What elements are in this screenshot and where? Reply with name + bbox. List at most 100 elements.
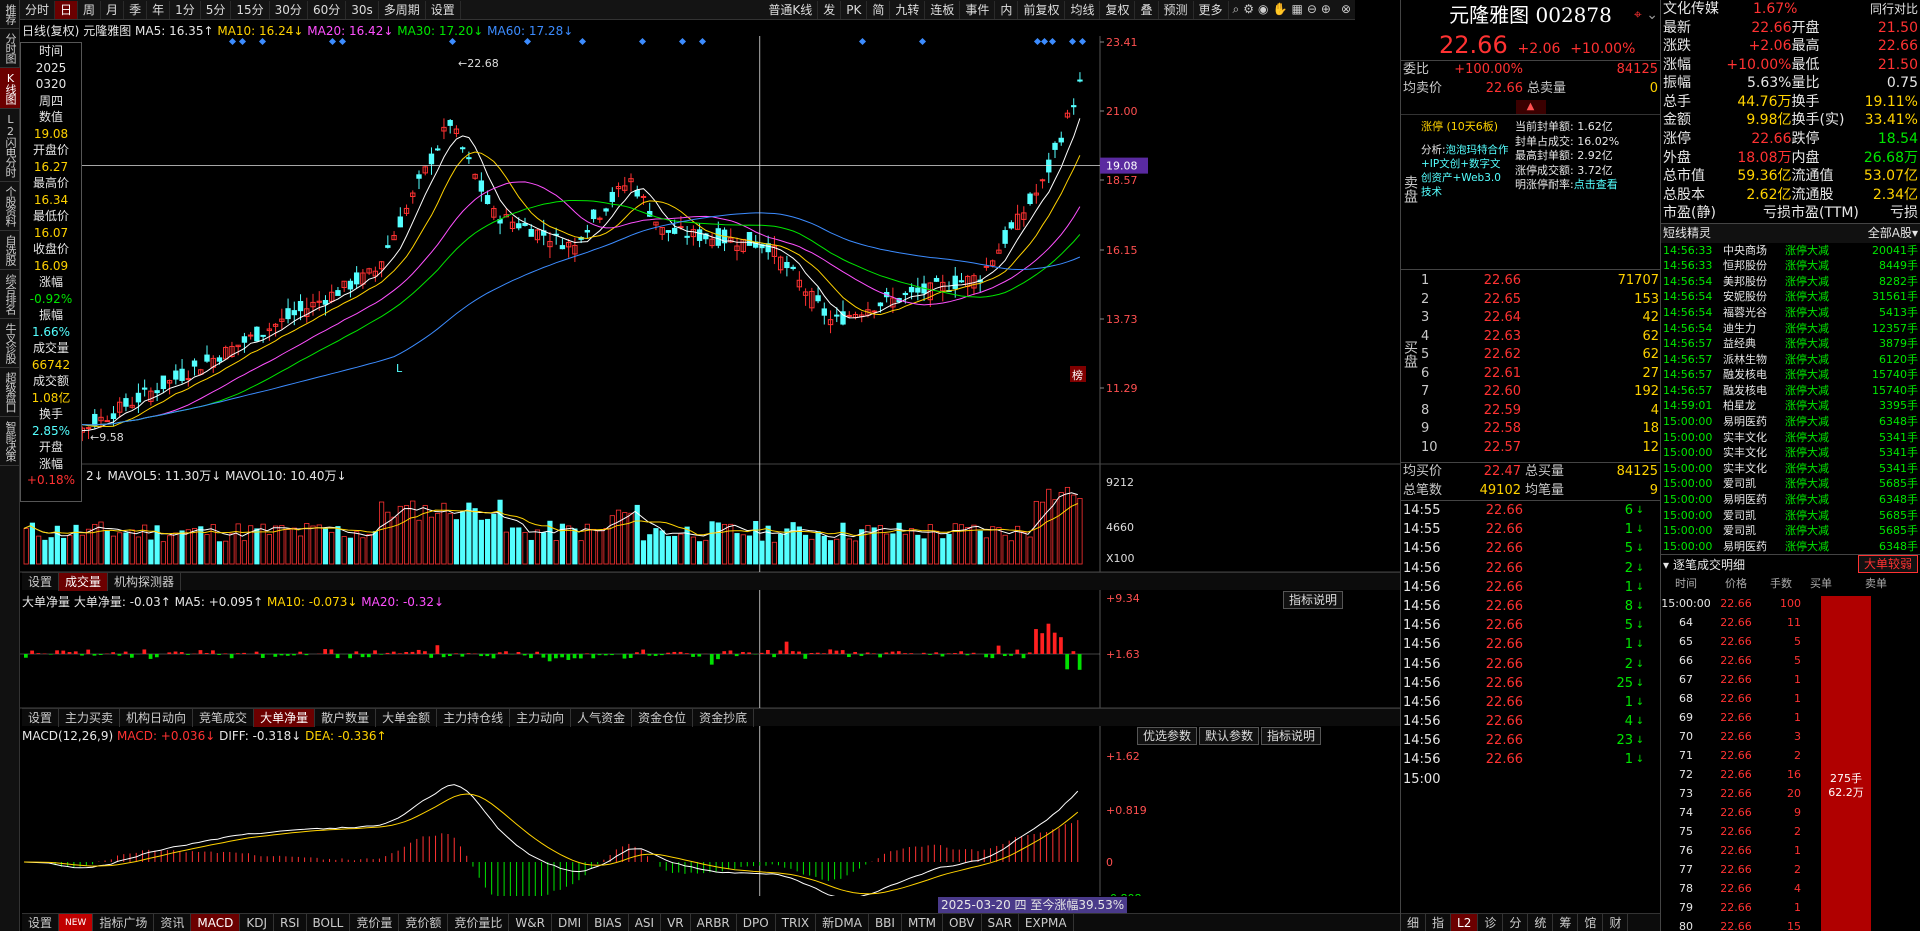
left-tab-7[interactable]: 牛叉诊股 xyxy=(0,319,20,368)
period-tab-11[interactable]: 30s xyxy=(346,0,379,19)
tool-tab-11[interactable]: 叠 xyxy=(1135,0,1159,19)
bignet-tab-0[interactable]: 设置 xyxy=(22,708,60,727)
short-item[interactable]: 15:00:00 实丰文化 涨停大减 5341手 xyxy=(1661,445,1920,461)
quote-tab-3[interactable]: 诊 xyxy=(1478,913,1504,931)
short-item[interactable]: 15:00:00 爱司凯 涨停大减 5685手 xyxy=(1661,476,1920,492)
bid-row[interactable]: 3 22.64 42 xyxy=(1421,309,1659,328)
zoom-in-icon[interactable]: ⊕ xyxy=(1321,2,1331,17)
volume-tab-1[interactable]: 成交量 xyxy=(59,572,109,591)
period-tab-2[interactable]: 周 xyxy=(78,0,102,19)
short-item[interactable]: 14:56:57 融发核电 涨停大减 15740手 xyxy=(1661,383,1920,399)
bignet-tab-1[interactable]: 主力买卖 xyxy=(59,708,121,727)
indicator-tab-17[interactable]: DPO xyxy=(737,913,776,931)
short-item[interactable]: 15:00:00 易明医药 涨停大减 6348手 xyxy=(1661,539,1920,555)
short-item[interactable]: 14:56:57 派林生物 涨停大减 6120手 xyxy=(1661,352,1920,368)
bignet-tab-5[interactable]: 散户数量 xyxy=(315,708,377,727)
tick-list[interactable]: 14:55 22.66 6 ↓ 14:55 22.66 1 ↓ 14:56 22.66 5 ↓ 14:5… xyxy=(1401,501,1660,789)
indicator-tab-6[interactable]: RSI xyxy=(274,913,307,931)
short-item[interactable]: 15:00:00 易明医药 涨停大减 6348手 xyxy=(1661,492,1920,508)
indicator-tab-16[interactable]: ARBR xyxy=(691,913,737,931)
bignet-tab-8[interactable]: 主力动向 xyxy=(510,708,572,727)
indicator-tab-22[interactable]: OBV xyxy=(943,913,982,931)
short-item[interactable]: 14:56:54 美邦股份 涨停大减 8282手 xyxy=(1661,274,1920,290)
period-tab-9[interactable]: 30分 xyxy=(270,0,308,19)
bignet-tab-2[interactable]: 机构日动向 xyxy=(120,708,194,727)
expand-arrow[interactable]: ▲ xyxy=(1401,98,1660,114)
macd-button-2[interactable]: 指标说明 xyxy=(1261,727,1322,745)
bid-row[interactable]: 7 22.60 192 xyxy=(1421,383,1659,402)
indicator-tab-21[interactable]: MTM xyxy=(902,913,943,931)
tool-tab-3[interactable]: 简 xyxy=(867,0,891,19)
tool-tab-5[interactable]: 连板 xyxy=(925,0,961,19)
gear-icon[interactable]: ⚙ xyxy=(1243,2,1254,17)
left-tab-3[interactable]: L2闪电分时 xyxy=(0,109,20,182)
quote-tab-7[interactable]: 馆 xyxy=(1578,913,1604,931)
period-tab-3[interactable]: 月 xyxy=(101,0,125,19)
period-tab-5[interactable]: 年 xyxy=(147,0,171,19)
tool-tab-10[interactable]: 复权 xyxy=(1100,0,1136,19)
tool-tab-12[interactable]: 预测 xyxy=(1159,0,1194,19)
main-chart-area[interactable]: 23.41 21.00 18.57 16.15 13.73 11.29 19.08 ←22.6… xyxy=(20,36,1400,896)
search-icon[interactable]: ⌕ xyxy=(1233,2,1240,17)
grid-icon[interactable]: ▦ xyxy=(1291,2,1302,17)
short-item[interactable]: 14:56:33 中央商场 涨停大减 20041手 xyxy=(1661,243,1920,259)
hand-icon[interactable]: ✋ xyxy=(1273,2,1288,17)
short-item[interactable]: 14:56:33 恒邦股份 涨停大减 8449手 xyxy=(1661,258,1920,274)
period-tab-12[interactable]: 多周期 xyxy=(379,0,426,19)
big-order-weak-button[interactable]: 大单较弱 xyxy=(1857,555,1918,574)
left-tab-6[interactable]: 综合排名 xyxy=(0,270,20,319)
bid-row[interactable]: 9 22.58 18 xyxy=(1421,420,1659,439)
period-tab-1[interactable]: 日 xyxy=(55,0,79,19)
tool-tab-1[interactable]: 发 xyxy=(818,0,842,19)
period-tab-13[interactable]: 设置 xyxy=(426,0,461,19)
quote-tab-2[interactable]: L2 xyxy=(1451,913,1479,931)
pin-icon[interactable]: ⌖ xyxy=(1634,7,1642,23)
indicator-tab-14[interactable]: ASI xyxy=(629,913,662,931)
bignet-explain-button[interactable]: 指标说明 xyxy=(1283,591,1344,609)
indicator-tab-12[interactable]: DMI xyxy=(552,913,589,931)
bignet-tab-6[interactable]: 大单金额 xyxy=(376,708,438,727)
short-item[interactable]: 15:00:00 实丰文化 涨停大减 5341手 xyxy=(1661,430,1920,446)
macd-button-0[interactable]: 优选参数 xyxy=(1137,727,1198,745)
chevron-down-icon[interactable]: ⌄ xyxy=(1646,7,1658,23)
left-tab-4[interactable]: 个股资料 xyxy=(0,182,20,231)
bid-row[interactable]: 8 22.59 4 xyxy=(1421,402,1659,421)
macd-button-1[interactable]: 默认参数 xyxy=(1199,727,1260,745)
bid-row[interactable]: 6 22.61 27 xyxy=(1421,365,1659,384)
short-list[interactable]: 14:56:33 中央商场 涨停大减 20041手 14:56:33 恒邦股份 涨停大减 84… xyxy=(1661,243,1920,555)
quote-tab-5[interactable]: 统 xyxy=(1528,913,1554,931)
left-tab-2[interactable]: K线图 xyxy=(0,68,20,109)
indicator-tab-1[interactable]: NEW xyxy=(59,913,94,931)
short-filter[interactable]: 全部A股 xyxy=(1868,224,1912,243)
tool-tab-9[interactable]: 均线 xyxy=(1065,0,1101,19)
indicator-tab-11[interactable]: W&R xyxy=(509,913,552,931)
short-item[interactable]: 14:56:57 融发核电 涨停大减 15740手 xyxy=(1661,367,1920,383)
close-icon[interactable]: ⊗ xyxy=(1341,2,1351,17)
short-item[interactable]: 15:00:00 爱司凯 涨停大减 5685手 xyxy=(1661,523,1920,539)
indicator-tab-0[interactable]: 设置 xyxy=(22,913,60,931)
quote-tab-0[interactable]: 细 xyxy=(1401,913,1427,931)
short-item[interactable]: 15:00:00 爱司凯 涨停大减 5685手 xyxy=(1661,508,1920,524)
short-item[interactable]: 15:00:00 实丰文化 涨停大减 5341手 xyxy=(1661,461,1920,477)
period-tab-8[interactable]: 15分 xyxy=(231,0,270,19)
left-tab-5[interactable]: 自选股 xyxy=(0,231,20,270)
bignet-tab-11[interactable]: 资金抄底 xyxy=(693,708,755,727)
compare-link[interactable]: 同行对比 xyxy=(1823,0,1918,19)
limit-rate-link[interactable]: 点击查看 xyxy=(1574,178,1618,191)
tool-tab-6[interactable]: 事件 xyxy=(960,0,996,19)
indicator-tab-18[interactable]: TRIX xyxy=(776,913,817,931)
bid-row[interactable]: 10 22.57 12 xyxy=(1421,439,1659,458)
sector-name[interactable]: 文化传媒 xyxy=(1663,0,1753,19)
bid-row[interactable]: 2 22.65 153 xyxy=(1421,291,1659,310)
indicator-tab-19[interactable]: 新DMA xyxy=(816,913,869,931)
indicator-tab-15[interactable]: VR xyxy=(661,913,691,931)
quote-tab-4[interactable]: 分 xyxy=(1503,913,1529,931)
left-tab-8[interactable]: 超级盘口 xyxy=(0,368,20,417)
bignet-tab-4[interactable]: 大单净量 xyxy=(254,708,316,727)
indicator-tab-8[interactable]: 竞价量 xyxy=(350,913,400,931)
short-item[interactable]: 14:56:57 益经典 涨停大减 3879手 xyxy=(1661,336,1920,352)
indicator-tab-4[interactable]: MACD xyxy=(191,913,241,931)
chevron-down-icon[interactable]: ▾ xyxy=(1912,224,1918,243)
period-tab-6[interactable]: 1分 xyxy=(170,0,201,19)
quote-tab-6[interactable]: 筹 xyxy=(1553,913,1579,931)
